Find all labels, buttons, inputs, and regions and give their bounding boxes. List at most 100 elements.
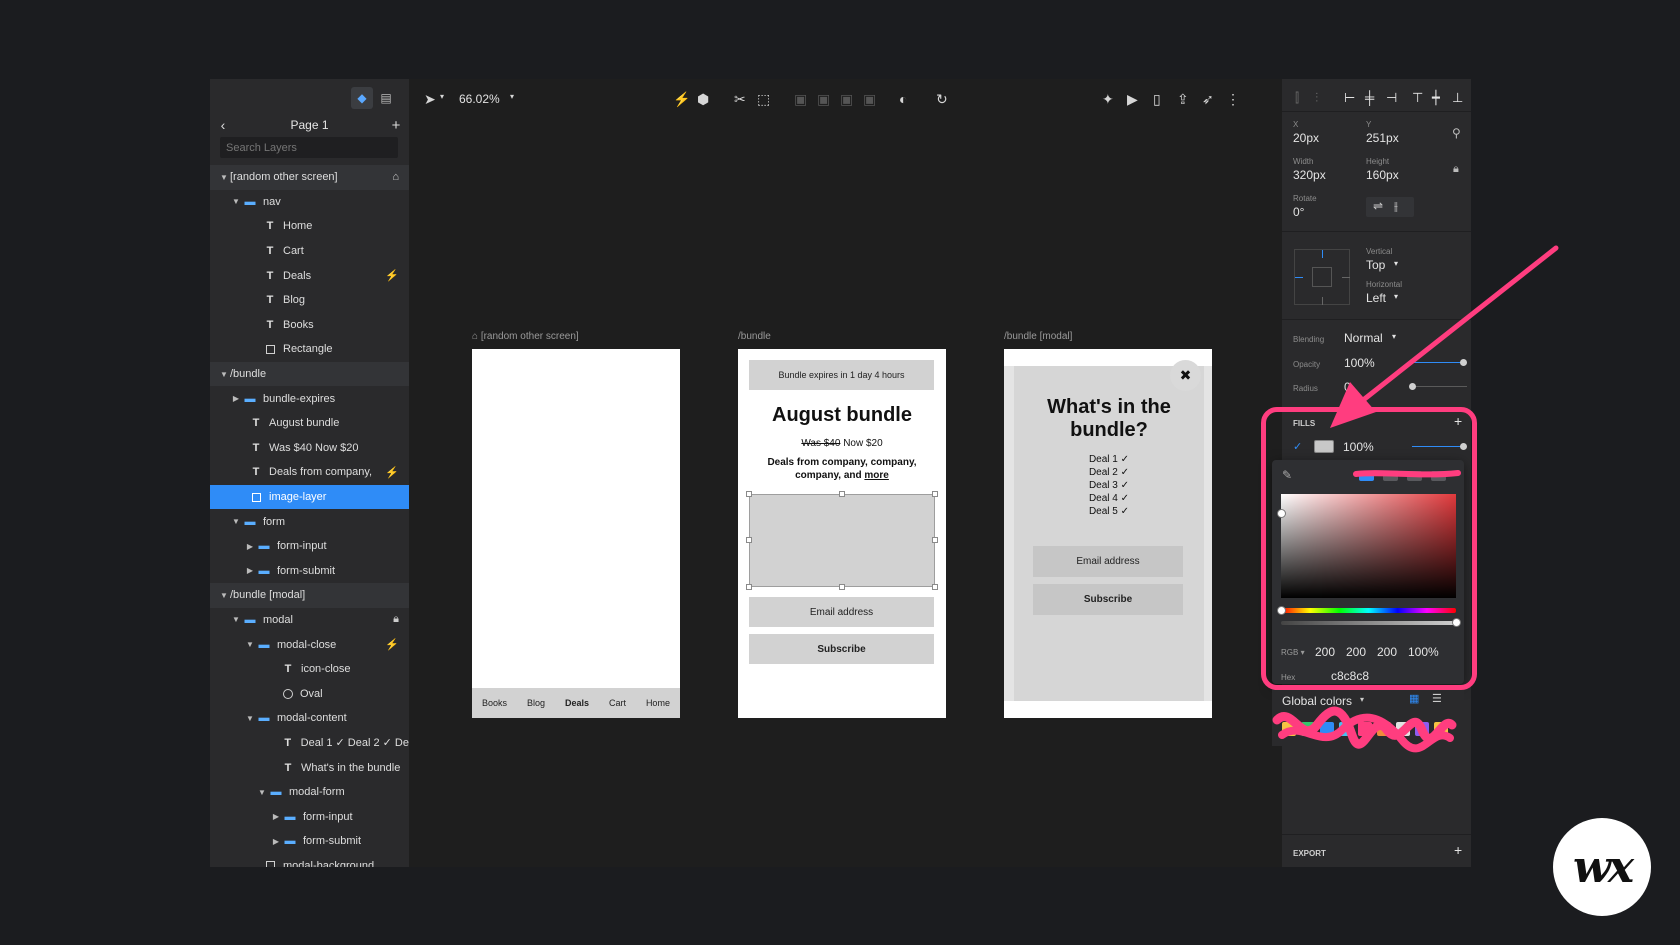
lock-icon[interactable]: 🔒︎ bbox=[1453, 163, 1459, 176]
caret-down-icon[interactable]: ▼ bbox=[230, 197, 242, 206]
fill-type-radial[interactable] bbox=[1407, 471, 1422, 481]
global-colors-label[interactable]: Global colors bbox=[1282, 694, 1352, 708]
search-layers-input[interactable] bbox=[220, 137, 398, 158]
layer-item[interactable]: ▶ ▬ form-input bbox=[210, 804, 409, 829]
mask-icon[interactable]: ◐ bbox=[899, 91, 907, 107]
alpha-knob[interactable] bbox=[1452, 618, 1461, 627]
lock-icon[interactable]: 🔒︎ bbox=[393, 613, 399, 626]
opacity-field[interactable]: 100% bbox=[1344, 356, 1375, 370]
layer-item[interactable]: ▶ ▬ form-submit bbox=[210, 829, 409, 854]
global-color-swatch[interactable] bbox=[1377, 722, 1391, 736]
artboard-label-random[interactable]: ⌂ [random other screen] bbox=[472, 331, 579, 342]
rotate-field[interactable]: 0° bbox=[1293, 205, 1304, 219]
artboard-label-bundle-modal[interactable]: /bundle [modal] bbox=[1004, 331, 1072, 342]
component-icon[interactable]: ⬢ bbox=[697, 91, 709, 108]
selection-handle[interactable] bbox=[746, 491, 752, 497]
layer-item[interactable]: Ticon-close bbox=[210, 657, 409, 682]
scissors-icon[interactable]: ✂ bbox=[734, 91, 746, 108]
layer-item[interactable]: ▼ ▬ modal-form bbox=[210, 780, 409, 805]
boolean-exclude-icon[interactable]: ▣ bbox=[863, 91, 876, 108]
zoom-level[interactable]: 66.02% bbox=[459, 92, 500, 106]
selection-handle[interactable] bbox=[839, 584, 845, 590]
constraints-widget[interactable] bbox=[1294, 249, 1350, 305]
layer-item[interactable]: ▶ ▬ form-input bbox=[210, 534, 409, 559]
hue-slider[interactable] bbox=[1281, 608, 1456, 613]
zoom-chevron-icon[interactable]: ▾ bbox=[510, 92, 514, 101]
selection-handle[interactable] bbox=[746, 584, 752, 590]
hue-knob[interactable] bbox=[1277, 606, 1286, 615]
pin-icon[interactable]: ⚲ bbox=[1452, 126, 1461, 140]
global-color-swatch[interactable] bbox=[1396, 722, 1410, 736]
layer-item[interactable]: ▼ [random other screen] ⌂ bbox=[210, 165, 409, 190]
layer-item[interactable]: T What's in the bundle bbox=[210, 755, 409, 780]
more-icon[interactable]: ⋮ bbox=[1226, 91, 1240, 108]
caret-down-icon[interactable]: ▼ bbox=[218, 591, 230, 600]
image-layer[interactable] bbox=[749, 494, 935, 587]
close-icon[interactable]: ✖ bbox=[1170, 360, 1201, 391]
saturation-value-area[interactable] bbox=[1281, 494, 1456, 598]
chevron-down-icon[interactable]: ▾ bbox=[1394, 292, 1398, 301]
align-top-icon[interactable]: ⊤ bbox=[1412, 90, 1423, 106]
boolean-intersect-icon[interactable]: ▣ bbox=[840, 91, 853, 108]
artboard-label-bundle[interactable]: /bundle bbox=[738, 331, 771, 342]
layer-item[interactable]: ▼ ▬ modal-content bbox=[210, 706, 409, 731]
selection-handle[interactable] bbox=[839, 491, 845, 497]
green-field[interactable]: 200 bbox=[1346, 645, 1377, 659]
layer-item[interactable]: T Home bbox=[210, 214, 409, 239]
email-input[interactable]: Email address bbox=[749, 597, 934, 627]
fill-checkbox[interactable]: ✓ bbox=[1293, 440, 1302, 453]
color-mode-dropdown[interactable]: RGB ▾ bbox=[1281, 645, 1315, 659]
radius-field[interactable]: 0 bbox=[1344, 380, 1351, 394]
layer-item[interactable]: ▼/bundle bbox=[210, 361, 409, 387]
layer-item[interactable]: T Books bbox=[210, 313, 409, 338]
caret-down-icon[interactable]: ▼ bbox=[230, 615, 242, 624]
global-color-swatch[interactable] bbox=[1282, 722, 1296, 736]
selection-handle[interactable] bbox=[932, 491, 938, 497]
y-field[interactable]: 251px bbox=[1366, 131, 1399, 145]
global-color-swatch[interactable] bbox=[1320, 722, 1334, 736]
hex-field[interactable]: c8c8c8 bbox=[1331, 669, 1369, 683]
horizontal-dropdown[interactable]: Left bbox=[1366, 291, 1386, 305]
layer-item[interactable]: image-layer bbox=[210, 484, 409, 510]
global-color-swatch[interactable] bbox=[1434, 722, 1448, 736]
artboard-bundle[interactable]: Bundle expires in 1 day 4 hours August b… bbox=[738, 349, 946, 718]
add-export-icon[interactable]: + bbox=[1454, 842, 1462, 858]
publish-rocket-icon[interactable]: ➶ bbox=[1202, 91, 1214, 108]
caret-down-icon[interactable]: ▼ bbox=[218, 173, 230, 182]
x-field[interactable]: 20px bbox=[1293, 131, 1319, 145]
layer-item[interactable]: T Cart bbox=[210, 239, 409, 264]
width-field[interactable]: 320px bbox=[1293, 168, 1326, 182]
caret-down-icon[interactable]: ▼ bbox=[256, 788, 268, 797]
artboard-icon[interactable]: ⬚ bbox=[757, 91, 770, 108]
blending-dropdown[interactable]: Normal bbox=[1344, 331, 1383, 345]
align-middle-icon[interactable]: ┿ bbox=[1432, 90, 1440, 106]
assets-icon[interactable]: ▤ bbox=[375, 87, 397, 109]
global-color-swatch[interactable] bbox=[1301, 722, 1315, 736]
caret-down-icon[interactable]: ▼ bbox=[218, 370, 230, 379]
subscribe-button[interactable]: Subscribe bbox=[749, 634, 934, 664]
layer-item[interactable]: ▶ ▬ bundle-expires bbox=[210, 386, 409, 411]
layer-item[interactable]: ▶ ▬ form-submit bbox=[210, 559, 409, 584]
distribute-v-icon[interactable]: ⫶ bbox=[1315, 90, 1318, 106]
eyedropper-icon[interactable]: ✎ bbox=[1282, 468, 1292, 482]
layer-item[interactable]: modal-background bbox=[210, 854, 409, 867]
artboard-bundle-modal[interactable]: What's in the bundle? Deal 1 ✓ Deal 2 ✓ De… bbox=[1004, 349, 1212, 718]
caret-down-icon[interactable]: ▼ bbox=[230, 517, 242, 526]
play-icon[interactable]: ▶ bbox=[1127, 91, 1138, 108]
layers-icon[interactable]: ◆ bbox=[351, 87, 373, 109]
artboard-random-other-screen[interactable]: Books Blog Deals Cart Home bbox=[472, 349, 680, 718]
select-tool-icon[interactable]: ➤ bbox=[424, 91, 436, 108]
distribute-h-icon[interactable]: ⫿ bbox=[1295, 90, 1299, 106]
layer-item[interactable]: ▼ ▬ form bbox=[210, 509, 409, 534]
caret-right-icon[interactable]: ▶ bbox=[230, 394, 242, 403]
fill-color-swatch[interactable] bbox=[1314, 440, 1334, 453]
global-color-swatch[interactable] bbox=[1358, 722, 1372, 736]
height-field[interactable]: 160px bbox=[1366, 168, 1399, 182]
lightning-icon[interactable]: ⚡ bbox=[673, 91, 690, 108]
align-left-icon[interactable]: ⊢ bbox=[1344, 90, 1355, 106]
add-page-icon[interactable]: + bbox=[383, 117, 409, 134]
fill-type-angular[interactable] bbox=[1431, 471, 1446, 481]
selection-handle[interactable] bbox=[746, 537, 752, 543]
layer-item[interactable]: ▼ ▬ modal-close ⚡ bbox=[210, 632, 409, 657]
design-canvas[interactable]: ⌂ [random other screen] Books Blog Deals Ca… bbox=[409, 119, 1282, 867]
